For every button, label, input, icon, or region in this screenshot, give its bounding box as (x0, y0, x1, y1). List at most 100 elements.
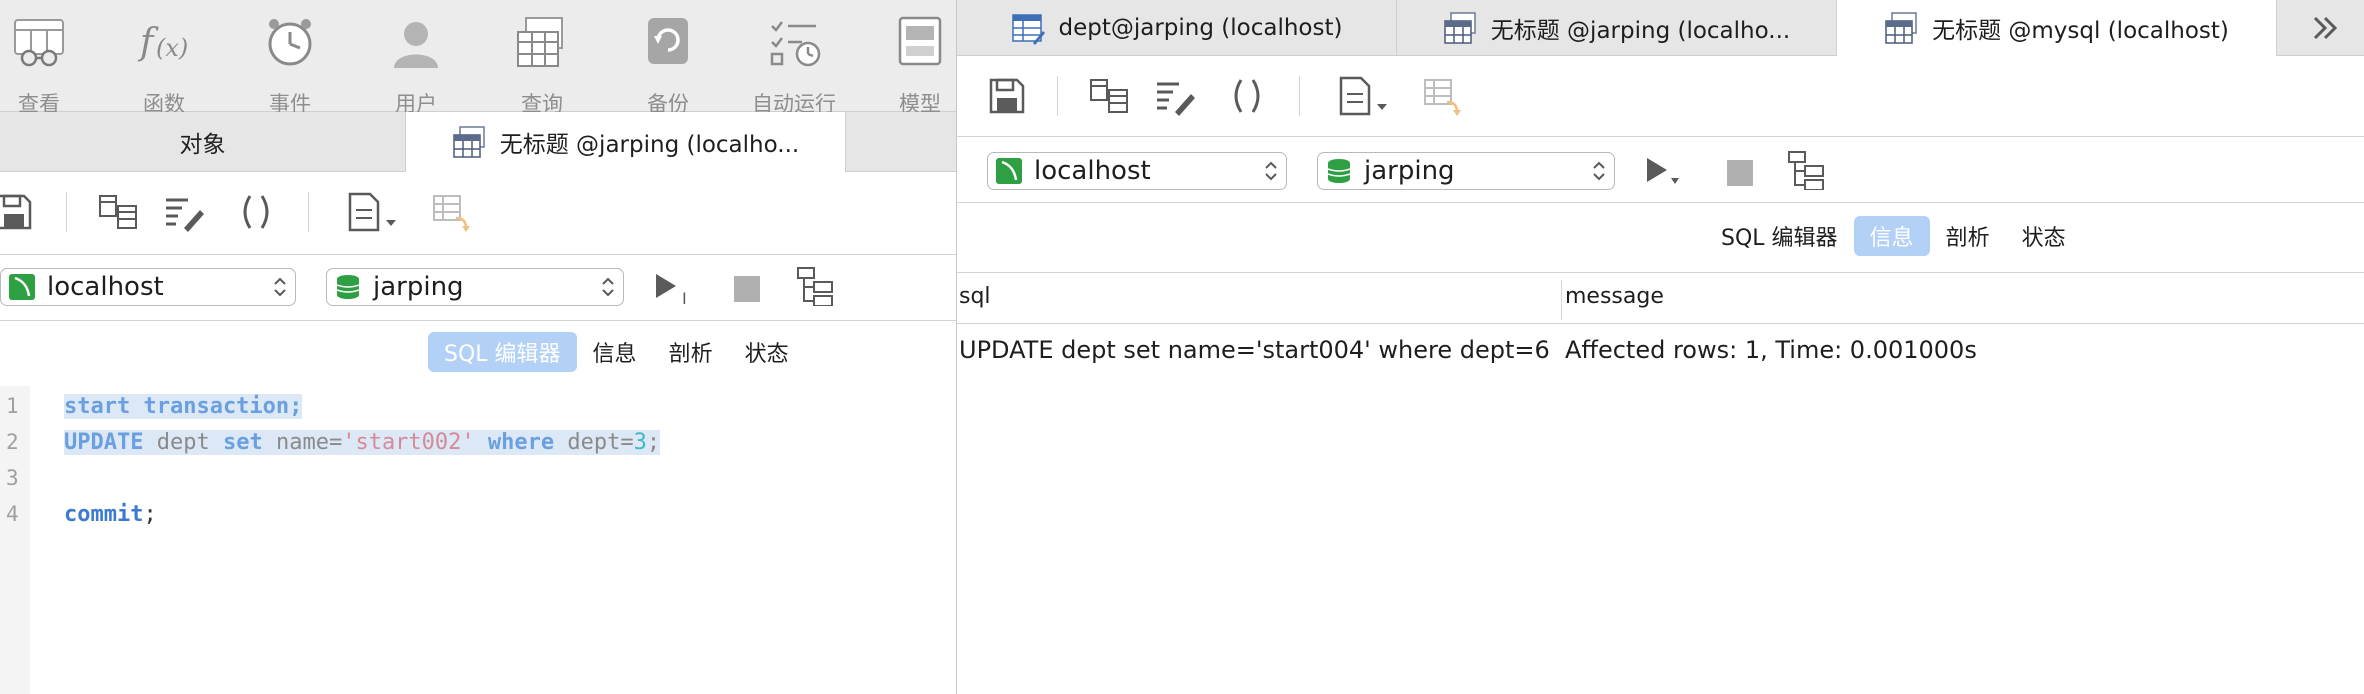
code-punct: ; (289, 394, 303, 419)
code-line: 4 commit; (0, 496, 956, 532)
tab-untitled-label: 无标题 @jarping (localho... (499, 132, 800, 158)
database-icon (1327, 159, 1351, 183)
table-cell-message[interactable]: Affected rows: 1, Time: 0.001000s (1565, 336, 1977, 364)
updown-chevron-icon (274, 277, 286, 297)
code-string: 'start002' (342, 430, 475, 455)
segment-info[interactable]: 信息 (1853, 216, 1930, 256)
divider-line (957, 136, 2364, 137)
export-result-icon (433, 195, 470, 232)
segment-sql-editor[interactable]: SQL 编辑器 (1705, 216, 1854, 256)
connection-icon (996, 158, 1022, 184)
left-segmented-control: SQL 编辑器 信息 剖析 状态 (428, 332, 805, 372)
toolbar-event-button[interactable]: 事件 (240, 10, 340, 116)
code-keyword: commit (64, 502, 144, 527)
tab-dept-jarping[interactable]: dept@jarping (localhost) (957, 0, 1397, 56)
connection-select[interactable]: localhost (987, 152, 1287, 190)
right-tab-bar: dept@jarping (localhost) 无标题 @jarping (l… (957, 0, 2364, 56)
query-table-icon (1885, 12, 1917, 44)
database-select[interactable]: jarping (1317, 152, 1615, 190)
database-select-value: jarping (1364, 156, 1455, 186)
code-keyword: where (487, 430, 555, 455)
tab-untitled-jarping-label: 无标题 @jarping (localho... (1490, 18, 1791, 44)
line-number: 1 (6, 394, 19, 418)
backup-icon (648, 18, 688, 64)
tab-untitled-query-jarping[interactable]: 无标题 @jarping (localho... (406, 112, 846, 172)
toolbar-divider (308, 192, 309, 232)
code-keyword: start transaction (64, 394, 290, 419)
table-cell-sql[interactable]: UPDATE dept set name='start004' where de… (959, 336, 1550, 364)
view-icon (14, 19, 64, 67)
code-punct: ; (143, 502, 157, 527)
toolbar-function-button[interactable]: f (x) 函数 (114, 10, 214, 116)
column-divider[interactable] (1561, 280, 1562, 320)
table-edit-icon (1011, 14, 1045, 45)
parentheses-icon[interactable] (236, 192, 276, 232)
column-header-message[interactable]: message (1565, 284, 1664, 309)
code-keyword: set (222, 430, 263, 455)
more-tabs-chevron-icon[interactable] (2311, 12, 2343, 44)
query-table-icon (1444, 12, 1476, 44)
beautify-sql-icon[interactable] (164, 192, 204, 232)
segment-sql-editor[interactable]: SQL 编辑器 (428, 332, 577, 372)
tab-untitled-mysql-label: 无标题 @mysql (localhost) (1932, 18, 2229, 44)
snippet-dropdown-icon[interactable] (1337, 76, 1393, 116)
stop-icon (1727, 160, 1753, 186)
query-builder-icon[interactable] (98, 192, 138, 232)
column-header-sql[interactable]: sql (959, 284, 991, 309)
model-icon (898, 16, 942, 66)
line-number: 3 (6, 466, 19, 490)
explain-icon[interactable] (796, 266, 836, 306)
beautify-sql-icon[interactable] (1155, 76, 1195, 116)
parentheses-icon[interactable] (1227, 76, 1267, 116)
snippet-dropdown-icon[interactable] (346, 192, 402, 232)
run-dropdown-icon[interactable]: I (652, 268, 700, 308)
stop-icon (734, 276, 760, 302)
left-tab-bar: 对象 无标题 @jarping (localho... (0, 112, 956, 172)
connection-select[interactable]: localhost (0, 268, 296, 306)
toolbar-divider (66, 192, 67, 232)
tab-untitled-query-jarping[interactable]: 无标题 @jarping (localho... (1397, 0, 1837, 56)
segment-status[interactable]: 状态 (729, 332, 805, 372)
toolbar-query-button[interactable]: 查询 (492, 10, 592, 116)
svg-text:I: I (682, 289, 687, 308)
database-select-value: jarping (373, 272, 464, 302)
toolbar-model-button[interactable]: 模型 (870, 10, 956, 116)
connection-icon (9, 274, 35, 300)
divider-line (957, 202, 2364, 203)
segment-status[interactable]: 状态 (2006, 216, 2082, 256)
query-builder-icon[interactable] (1089, 76, 1129, 116)
toolbar-automation-button[interactable]: 自动运行 (744, 10, 844, 116)
toolbar-divider (1299, 76, 1300, 116)
toolbar-user-button[interactable]: 用户 (366, 10, 466, 116)
event-clock-icon (268, 19, 312, 66)
toolbar-backup-button[interactable]: 备份 (618, 10, 718, 116)
left-query-window: 查看 f (x) 函数 事件 用户 查询 备份 自动运行 模型 对象 无标题 @… (0, 0, 956, 694)
database-select[interactable]: jarping (326, 268, 624, 306)
save-icon[interactable] (987, 76, 1027, 116)
code-line: 2 UPDATE dept set name='start002' where … (0, 424, 956, 460)
code-line: 1 start transaction; (0, 388, 956, 424)
tab-untitled-query-mysql[interactable]: 无标题 @mysql (localhost) (1837, 0, 2277, 56)
connection-select-value: localhost (47, 272, 164, 302)
explain-icon[interactable] (1787, 150, 1827, 190)
code-text: dept (143, 430, 223, 455)
tab-objects[interactable]: 对象 (0, 112, 406, 172)
divider-line (0, 254, 956, 255)
toolbar-view-button[interactable]: 查看 (0, 10, 89, 116)
divider-line (0, 320, 956, 321)
connection-select-value: localhost (1034, 156, 1151, 186)
function-icon: f (x) (137, 22, 188, 63)
run-dropdown-icon[interactable] (1643, 152, 1691, 192)
svg-text:(x): (x) (156, 34, 188, 62)
segment-info[interactable]: 信息 (577, 332, 653, 372)
code-line: 3 (0, 460, 956, 496)
export-result-icon (1424, 79, 1461, 116)
save-icon[interactable] (0, 192, 34, 232)
tab-dept-label: dept@jarping (localhost) (1058, 15, 1343, 41)
updown-chevron-icon (1593, 161, 1605, 181)
code-keyword: UPDATE (64, 430, 144, 455)
code-number: 3 (633, 430, 647, 455)
main-toolbar: 查看 f (x) 函数 事件 用户 查询 备份 自动运行 模型 (0, 0, 956, 116)
segment-profile[interactable]: 剖析 (1930, 216, 2006, 256)
segment-profile[interactable]: 剖析 (653, 332, 729, 372)
